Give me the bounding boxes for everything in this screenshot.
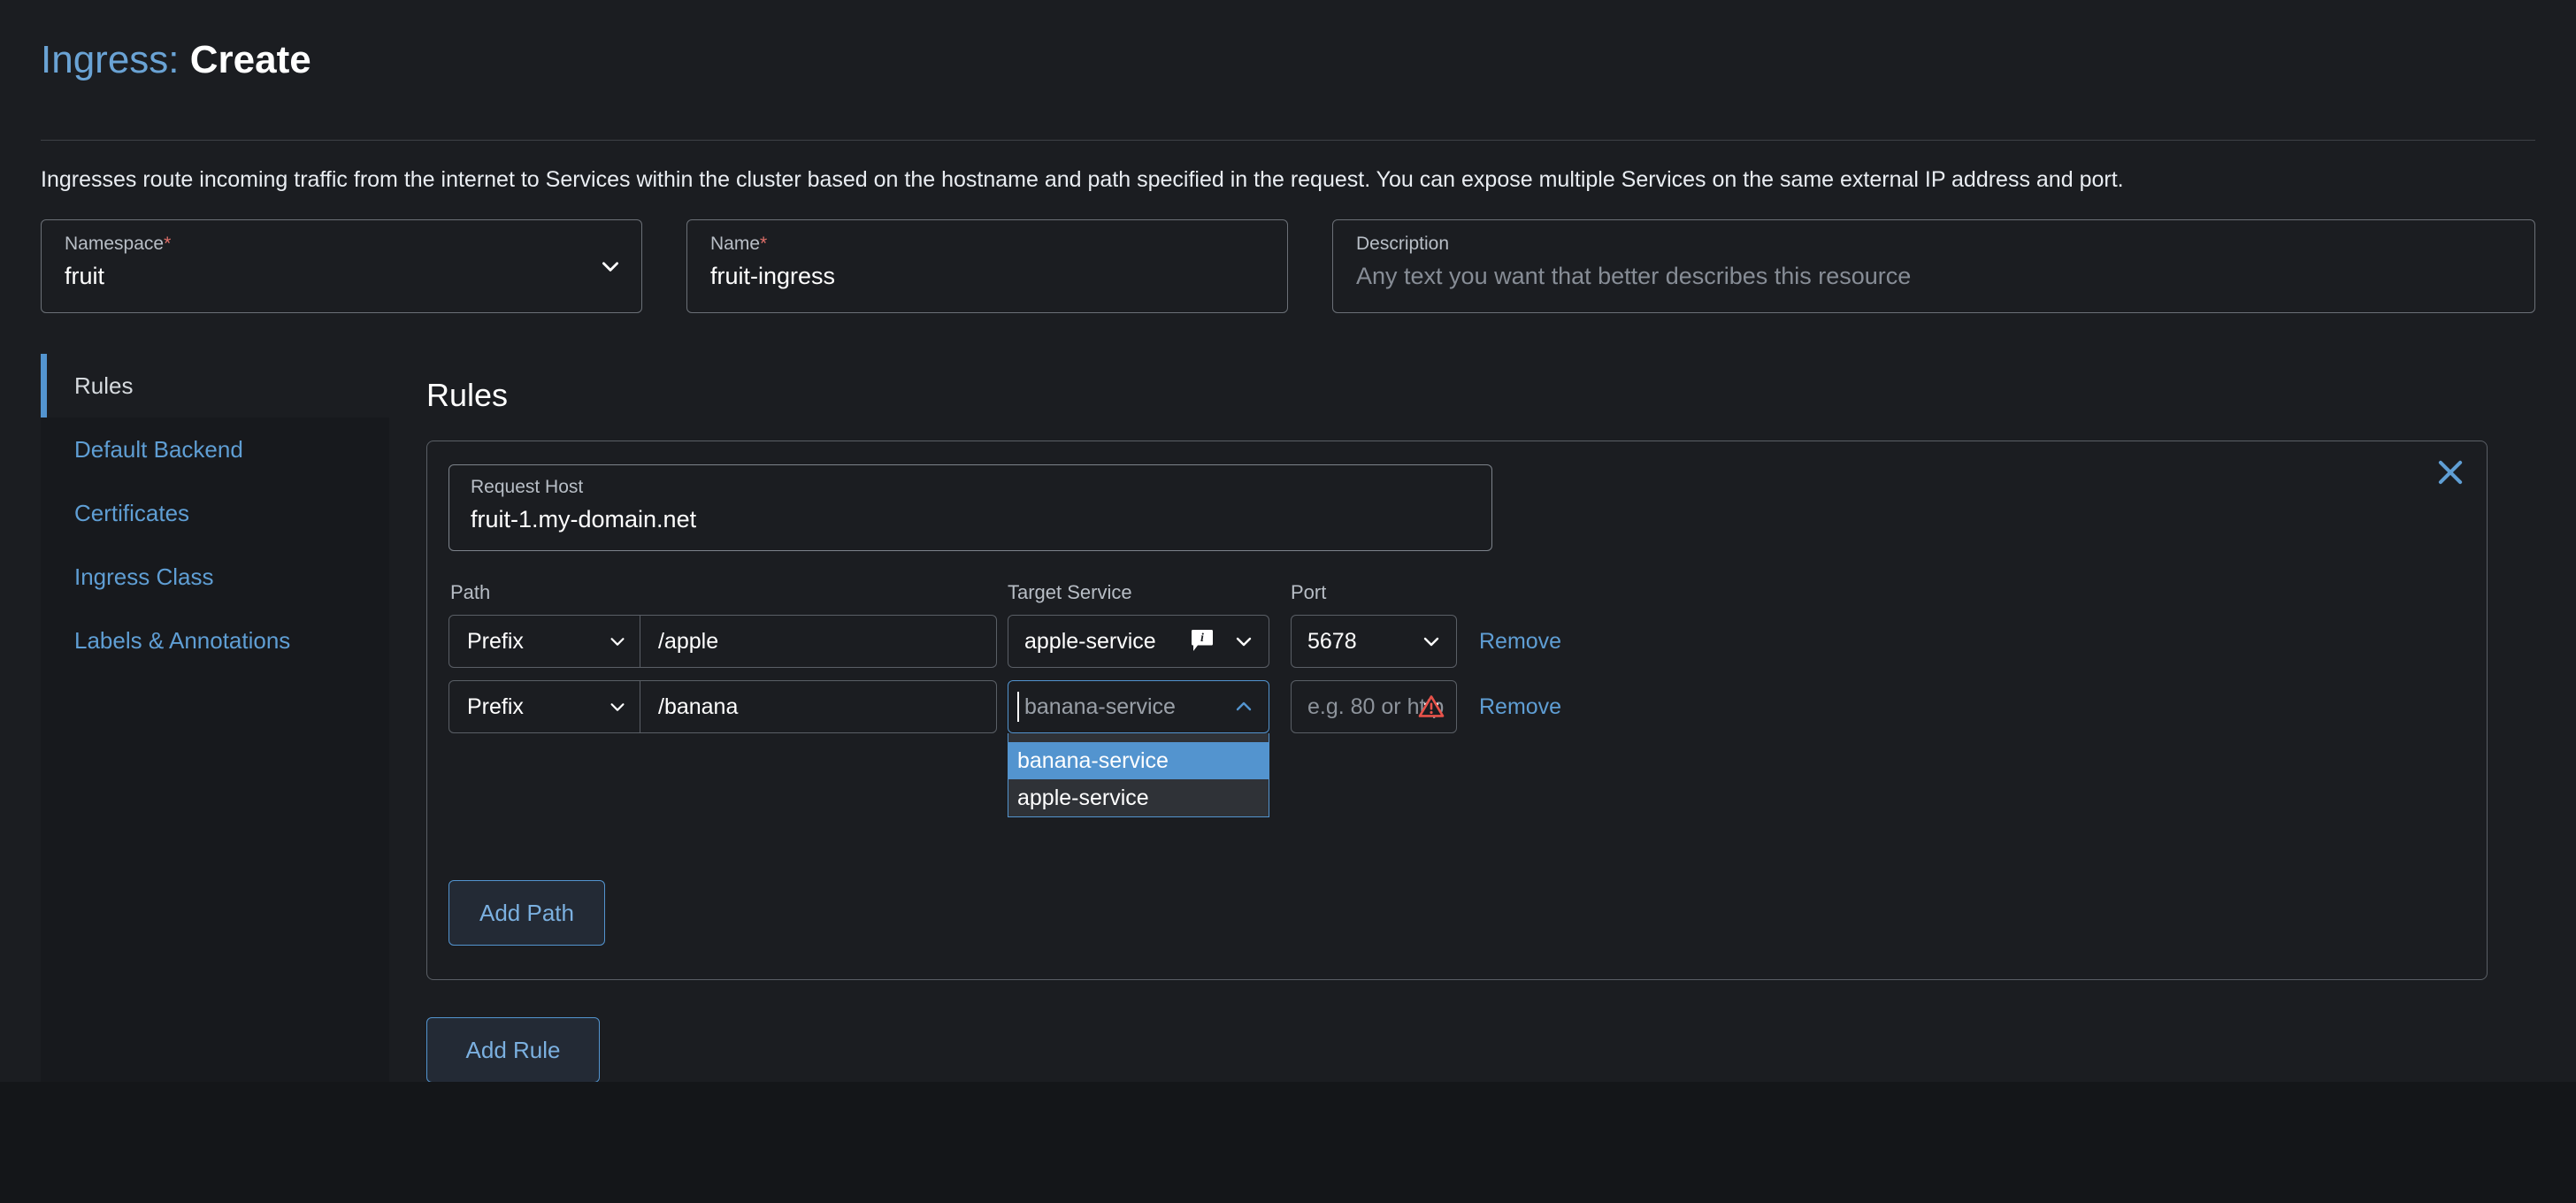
tab-rules-label: Rules bbox=[74, 372, 134, 399]
page-header: Ingress: Create bbox=[0, 0, 2576, 85]
info-icon[interactable]: i bbox=[1191, 629, 1214, 654]
text-caret bbox=[1017, 692, 1019, 722]
remove-path-button-2[interactable]: Remove bbox=[1479, 680, 1561, 733]
tab-default-backend[interactable]: Default Backend bbox=[41, 418, 389, 481]
top-form-row: Namespace* fruit Name* fruit-ingress Des… bbox=[41, 219, 2535, 313]
port-select-1[interactable]: 5678 bbox=[1291, 615, 1457, 668]
request-host-input[interactable]: Request Host fruit-1.my-domain.net bbox=[448, 464, 1492, 551]
target-service-value-1: apple-service bbox=[1024, 628, 1156, 654]
request-host-value: fruit-1.my-domain.net bbox=[471, 506, 697, 533]
add-path-button[interactable]: Add Path bbox=[448, 880, 605, 946]
tab-labels-annotations[interactable]: Labels & Annotations bbox=[41, 609, 389, 672]
remove-path-label-1: Remove bbox=[1479, 628, 1562, 654]
description-input[interactable]: Description Any text you want that bette… bbox=[1332, 219, 2535, 313]
chevron-down-icon bbox=[599, 255, 622, 278]
tab-certificates[interactable]: Certificates bbox=[41, 481, 389, 545]
path-value-2: /banana bbox=[658, 693, 739, 719]
description-label: Description bbox=[1356, 234, 1450, 254]
tab-ingress-class-label: Ingress Class bbox=[74, 563, 214, 590]
target-service-placeholder-2: banana-service bbox=[1024, 693, 1176, 719]
rules-heading: Rules bbox=[426, 377, 509, 413]
page-title-action: Create bbox=[189, 38, 311, 81]
path-type-select-2[interactable]: Prefix bbox=[449, 681, 640, 732]
tab-ingress-class[interactable]: Ingress Class bbox=[41, 545, 389, 609]
dropdown-option-apple-service[interactable]: apple-service bbox=[1008, 779, 1269, 816]
path-type-value-1: Prefix bbox=[467, 628, 524, 654]
tab-rules[interactable]: Rules bbox=[41, 354, 389, 418]
chevron-down-icon bbox=[1233, 631, 1254, 652]
name-required-marker: * bbox=[760, 234, 768, 254]
column-header-path: Path bbox=[450, 581, 491, 603]
chevron-down-icon bbox=[608, 632, 627, 651]
remove-path-button-1[interactable]: Remove bbox=[1479, 615, 1561, 668]
path-combo-2: Prefix /banana bbox=[448, 680, 997, 733]
chevron-down-icon bbox=[608, 697, 627, 716]
page-description: Ingresses route incoming traffic from th… bbox=[41, 167, 2124, 192]
request-host-label: Request Host bbox=[471, 477, 584, 497]
target-service-select-1[interactable]: apple-service i bbox=[1008, 615, 1269, 668]
namespace-value: fruit bbox=[65, 263, 105, 289]
namespace-select[interactable]: Namespace* fruit bbox=[41, 219, 642, 313]
warning-icon bbox=[1418, 693, 1445, 718]
target-service-dropdown[interactable]: banana-service apple-service bbox=[1008, 733, 1269, 817]
path-row: Prefix /banana banana-service banana-ser… bbox=[448, 680, 2465, 817]
footer-strip bbox=[0, 1082, 2576, 1203]
rule-column-headers: Path Target Service Port bbox=[448, 579, 2465, 608]
header-divider bbox=[41, 140, 2535, 141]
column-header-port: Port bbox=[1291, 581, 1327, 603]
name-input[interactable]: Name* fruit-ingress bbox=[686, 219, 1288, 313]
tab-default-backend-label: Default Backend bbox=[74, 435, 243, 463]
path-type-select-1[interactable]: Prefix bbox=[449, 616, 640, 667]
path-type-value-2: Prefix bbox=[467, 693, 524, 719]
add-rule-button[interactable]: Add Rule bbox=[426, 1017, 600, 1083]
svg-text:i: i bbox=[1200, 632, 1204, 645]
column-header-target-service: Target Service bbox=[1008, 581, 1132, 603]
target-service-select-2[interactable]: banana-service bbox=[1008, 680, 1269, 733]
path-combo-1: Prefix /apple bbox=[448, 615, 997, 668]
name-label: Name* bbox=[710, 233, 1264, 256]
port-value-1: 5678 bbox=[1307, 628, 1357, 654]
path-value-input-2[interactable]: /banana bbox=[640, 681, 996, 732]
close-icon[interactable] bbox=[2434, 456, 2467, 489]
port-select-2[interactable]: e.g. 80 or http bbox=[1291, 680, 1457, 733]
namespace-label: Namespace* bbox=[65, 233, 618, 256]
page-title: Ingress: Create bbox=[41, 35, 2535, 85]
tab-container: Rules Default Backend Certificates Ingre… bbox=[41, 354, 2535, 1083]
rules-panel: Rules Request Host fruit-1.my-domain.net… bbox=[389, 354, 2535, 1083]
tab-labels-annotations-label: Labels & Annotations bbox=[74, 626, 291, 654]
namespace-label-text: Namespace bbox=[65, 234, 165, 254]
path-value-1: /apple bbox=[658, 628, 719, 654]
namespace-required-marker: * bbox=[164, 234, 172, 254]
path-row: Prefix /apple apple-service i 5678 Remov… bbox=[448, 615, 2465, 668]
remove-path-label-2: Remove bbox=[1479, 693, 1562, 719]
dropdown-option-label-0: banana-service bbox=[1017, 747, 1169, 773]
page-title-prefix: Ingress: bbox=[41, 38, 180, 81]
tab-certificates-label: Certificates bbox=[74, 499, 190, 526]
dropdown-option-banana-service[interactable]: banana-service bbox=[1008, 742, 1269, 779]
path-value-input-1[interactable]: /apple bbox=[640, 616, 996, 667]
rule-card: Request Host fruit-1.my-domain.net Path … bbox=[426, 441, 2488, 980]
dropdown-option-label-1: apple-service bbox=[1017, 785, 1149, 810]
tab-nav: Rules Default Backend Certificates Ingre… bbox=[41, 354, 389, 1082]
chevron-up-icon bbox=[1233, 696, 1254, 717]
name-label-text: Name bbox=[710, 234, 761, 254]
name-value: fruit-ingress bbox=[710, 263, 836, 289]
chevron-down-icon bbox=[1421, 631, 1442, 652]
ingress-create-page: Ingress: Create Ingresses route incoming… bbox=[0, 0, 2576, 1203]
description-placeholder: Any text you want that better describes … bbox=[1356, 263, 1912, 289]
